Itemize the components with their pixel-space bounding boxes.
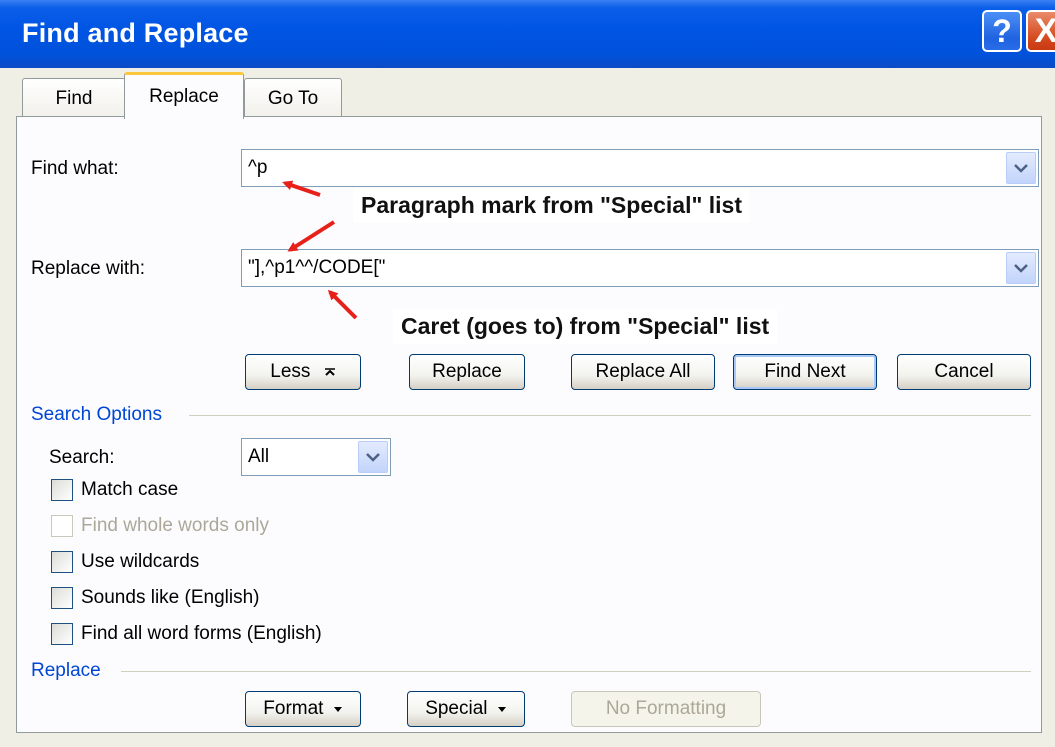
- arrow-to-find-value: [282, 180, 321, 197]
- tab-replace[interactable]: Replace: [124, 72, 244, 119]
- arrow-to-replace-paragraph: [287, 220, 336, 252]
- arrow-to-replace-caret: [327, 289, 358, 320]
- tab-label: Replace: [149, 86, 219, 107]
